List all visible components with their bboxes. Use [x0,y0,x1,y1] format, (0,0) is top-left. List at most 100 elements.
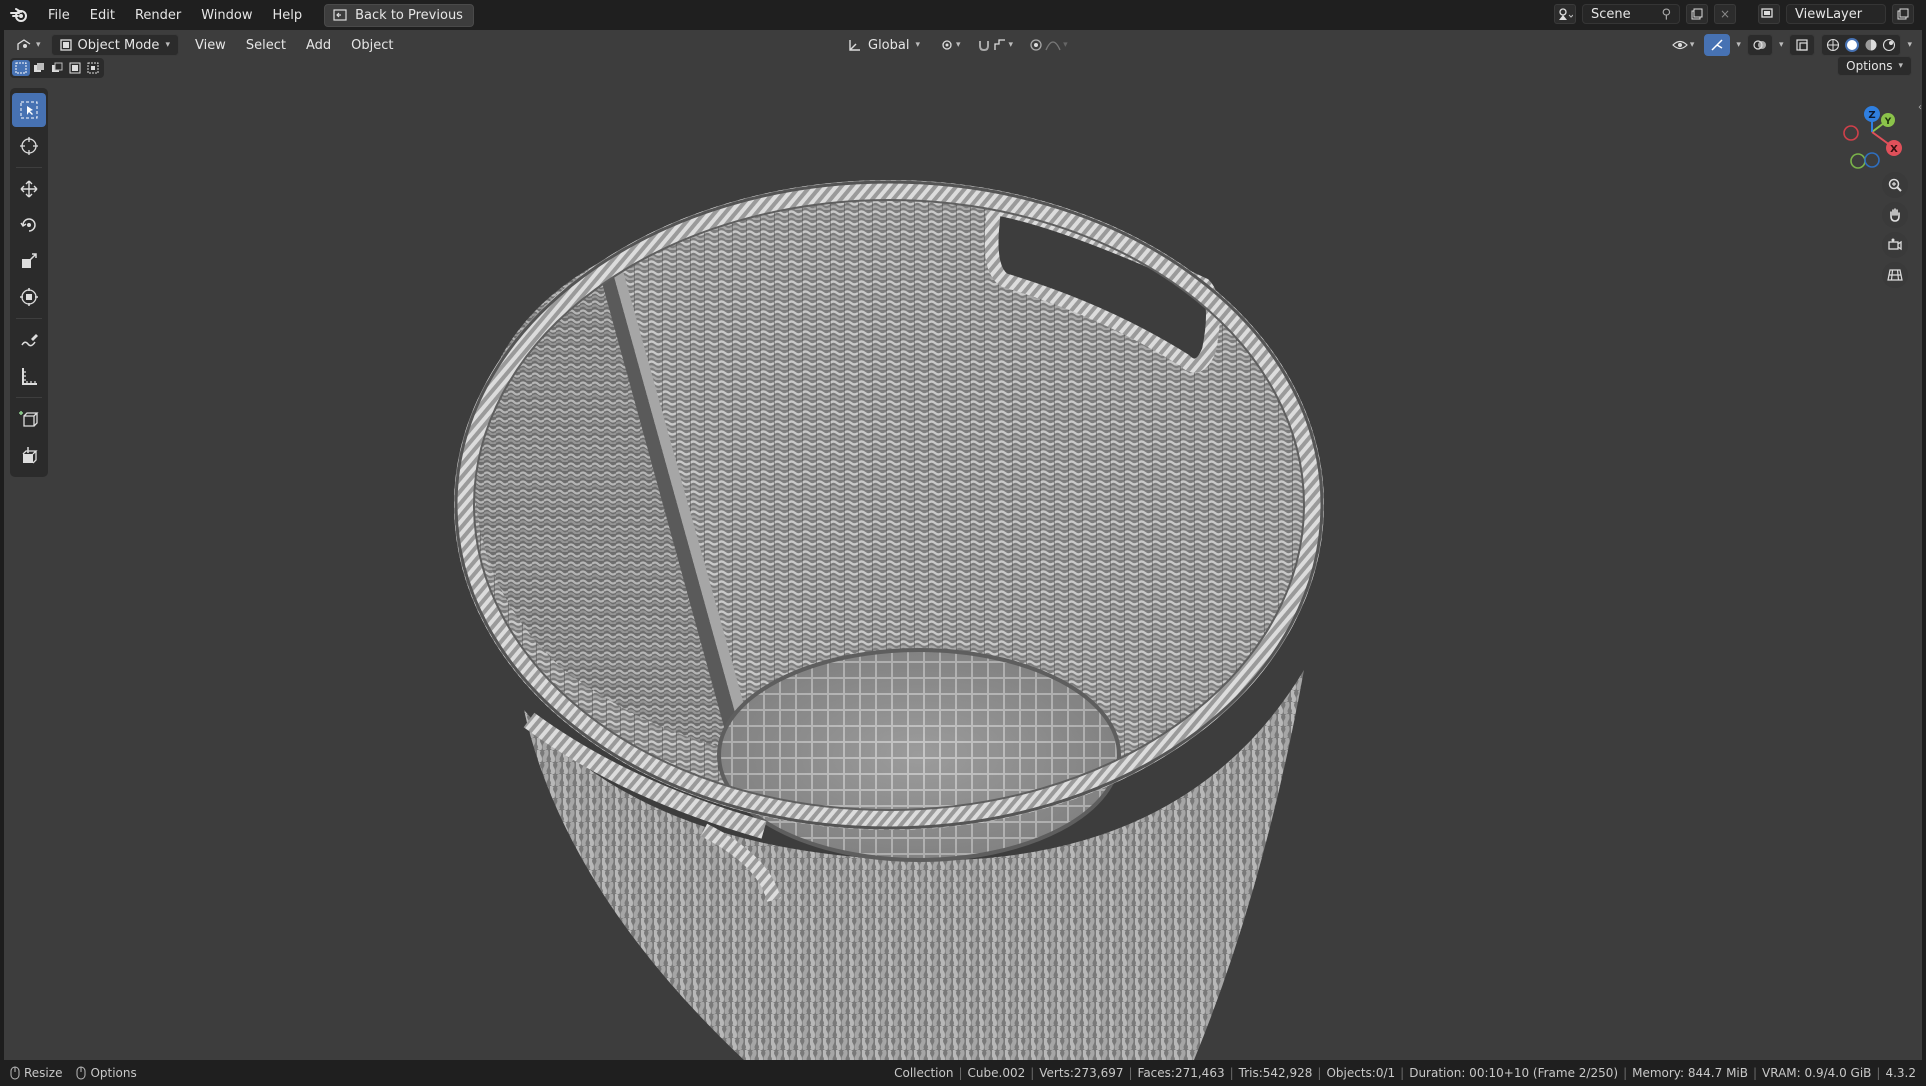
orientation-icon [849,40,860,51]
select-intersect-icon[interactable] [84,60,102,76]
editor-type-button[interactable]: ▾ [12,34,45,56]
copy-icon [1897,8,1909,20]
rotate-icon [20,218,36,232]
stat-collection: Collection [894,1066,954,1080]
menu-render[interactable]: Render [125,4,191,27]
back-to-previous-button[interactable]: Back to Previous [324,3,474,27]
view-layer-name-field[interactable]: ViewLayer [1786,4,1886,24]
chevron-down-icon[interactable]: ▾ [1907,40,1912,50]
menu-object[interactable]: Object [341,35,403,56]
select-new-icon[interactable] [12,60,30,76]
select-subtract-icon[interactable] [48,60,66,76]
scene-icon [1559,8,1573,20]
chevron-down-icon: ▾ [1008,40,1014,50]
pivot-icon [942,40,952,50]
rendered-shading-icon[interactable] [1882,38,1896,52]
camera-icon [1888,238,1902,251]
grid-icon [1887,269,1903,281]
delete-scene-button[interactable]: × [1714,4,1736,24]
gizmos-toggle[interactable] [1704,34,1731,56]
select-box-tool[interactable] [12,93,46,127]
menu-window[interactable]: Window [191,4,262,27]
extrude-tool[interactable] [12,438,46,472]
top-menu-bar: File Edit Render Window Help Back to Pre… [0,0,1926,30]
rotate-tool[interactable] [12,208,46,242]
camera-view-button[interactable] [1882,232,1908,258]
transform-settings: Global ▾ ▾ ▾ ▾ [840,34,1072,56]
xray-toggle[interactable] [1789,34,1816,56]
z-axis-label: Z [1868,110,1875,121]
snap-increment-icon [993,39,1005,50]
neg-z-axis-icon[interactable] [1864,152,1880,168]
measure-tool[interactable] [12,359,46,393]
solid-shading-icon[interactable] [1844,37,1860,53]
object-mode-dropdown[interactable]: Object Mode ▾ [50,34,179,56]
transform-tool[interactable] [12,280,46,314]
pan-button[interactable] [1882,202,1908,228]
cursor-tool[interactable] [12,129,46,163]
chevron-down-icon[interactable]: ▾ [1779,40,1784,50]
scale-tool[interactable] [12,244,46,278]
material-preview-icon[interactable] [1864,38,1878,52]
perspective-toggle-button[interactable] [1882,262,1908,288]
pivot-point-dropdown[interactable]: ▾ [936,34,965,56]
move-tool[interactable] [12,172,46,206]
scene-browse-button[interactable] [1554,4,1576,24]
stat-vram: VRAM: 0.9/4.0 GiB [1762,1066,1872,1080]
chevron-down-icon: ▾ [1689,40,1695,50]
copy-icon [1691,8,1703,20]
3d-viewport[interactable]: ▾ Object Mode ▾ View Select Add Object G… [4,30,1922,1060]
select-extend-icon[interactable] [30,60,48,76]
add-cube-tool[interactable] [12,402,46,436]
neg-x-axis-icon[interactable] [1843,125,1859,141]
neg-y-axis-icon[interactable] [1850,153,1866,169]
overlays-icon [1753,40,1766,50]
menu-file[interactable]: File [38,4,80,27]
scene-name: Scene [1591,6,1631,22]
new-scene-button[interactable] [1686,4,1708,24]
scene-name-field[interactable]: Scene ⚲ [1582,4,1680,24]
view-layer-name: ViewLayer [1795,6,1863,22]
add-cube-icon [19,411,39,427]
transform-orientation-dropdown[interactable]: Global ▾ [840,34,928,56]
stat-objects: Objects:0/1 [1326,1066,1396,1080]
select-invert-icon[interactable] [66,60,84,76]
options-dropdown[interactable]: Options ▾ [1837,56,1912,76]
annotate-tool[interactable] [12,323,46,357]
status-bar: Resize Options Collection | Cube.002 | Ver… [0,1060,1926,1086]
chevron-down-icon: ▾ [165,40,170,50]
pin-icon[interactable]: ⚲ [1661,7,1671,22]
visibility-dropdown[interactable]: ▾ [1668,34,1699,56]
chevron-down-icon[interactable]: ▾ [1736,40,1741,50]
new-view-layer-button[interactable] [1892,4,1914,24]
orientation-label: Global [868,37,910,53]
wireframe-shading-icon[interactable] [1826,38,1840,52]
scale-icon [22,253,37,268]
chevron-down-icon: ▾ [915,40,921,50]
proportional-editing-toggle[interactable]: ▾ [1025,34,1072,56]
resize-label: Resize [24,1066,63,1080]
view-layer-selector: ViewLayer [1758,4,1914,24]
menu-add[interactable]: Add [296,35,341,56]
snap-toggle[interactable]: ▾ [973,34,1018,56]
menu-select[interactable]: Select [236,35,296,56]
stat-object: Cube.002 [967,1066,1026,1080]
falloff-icon [1045,41,1061,51]
gizmo-icon [1711,39,1723,51]
viewport-display-settings: ▾ ▾ ▾ ▾ [1668,34,1912,56]
overlays-toggle[interactable] [1746,34,1773,56]
object-mode-icon [59,39,72,51]
zoom-button[interactable] [1882,172,1908,198]
sidebar-expand-icon[interactable]: ‹ [1918,102,1922,113]
stat-duration: Duration: 00:10+10 (Frame 2/250) [1409,1066,1619,1080]
y-axis-label: Y [1884,117,1892,127]
status-options-hint: Options [76,1066,137,1080]
view-layer-browse-button[interactable] [1758,4,1780,24]
blender-logo-icon[interactable] [8,4,30,26]
menu-edit[interactable]: Edit [80,4,125,27]
menu-help[interactable]: Help [263,4,313,27]
menu-view[interactable]: View [185,35,236,56]
wicker-basket-model [454,180,1324,1060]
mouse-icon [10,1066,20,1080]
zoom-icon [1888,178,1902,192]
